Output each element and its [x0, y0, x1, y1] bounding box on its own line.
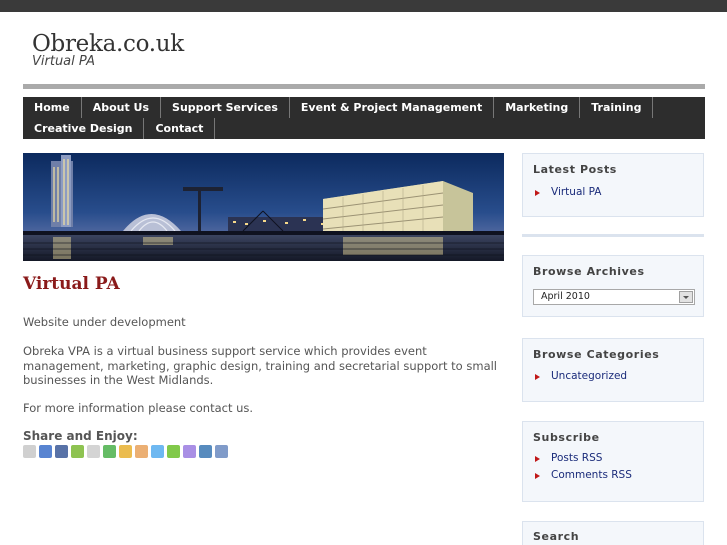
nav-item-home[interactable]: Home: [23, 97, 82, 118]
post-paragraph-status: Website under development: [23, 315, 186, 329]
main-navigation: Home About Us Support Services Event & P…: [23, 97, 705, 139]
bullet-arrow-icon: [535, 189, 540, 196]
nav-item-support-services[interactable]: Support Services: [161, 97, 290, 118]
technorati-icon[interactable]: [167, 445, 180, 458]
digg-icon[interactable]: [23, 445, 36, 458]
nav-item-creative-design[interactable]: Creative Design: [23, 118, 145, 139]
top-bar: [0, 0, 727, 12]
category-link[interactable]: Uncategorized: [551, 368, 627, 385]
sidebar-separator: [522, 234, 704, 237]
delicious-icon[interactable]: [39, 445, 52, 458]
latest-post-link[interactable]: Virtual PA: [551, 184, 602, 201]
share-icons: [23, 445, 228, 458]
category-item[interactable]: Uncategorized: [535, 368, 627, 385]
nav-row-2: Creative Design Contact: [23, 118, 216, 139]
widget-title-browse-archives: Browse Archives: [533, 265, 645, 278]
nav-item-contact[interactable]: Contact: [144, 118, 216, 139]
posts-rss-link[interactable]: Posts RSS: [551, 450, 602, 467]
subscribe-list: Posts RSS Comments RSS: [535, 450, 632, 484]
latest-posts-list: Virtual PA: [535, 184, 602, 201]
facebook-icon[interactable]: [55, 445, 68, 458]
stumbleupon-icon[interactable]: [103, 445, 116, 458]
categories-list: Uncategorized: [535, 368, 627, 385]
widget-title-subscribe: Subscribe: [533, 431, 600, 444]
post-paragraph-description: Obreka VPA is a virtual business support…: [23, 344, 498, 387]
subscribe-item-posts-rss[interactable]: Posts RSS: [535, 450, 632, 467]
widget-subscribe: Subscribe Posts RSS Comments RSS: [522, 421, 704, 502]
widget-search: Search: [522, 521, 704, 545]
archives-select-value: April 2010: [541, 291, 590, 302]
site-tagline: Virtual PA: [32, 54, 95, 69]
nav-item-training[interactable]: Training: [580, 97, 654, 118]
share-title: Share and Enjoy:: [23, 429, 138, 443]
nav-item-event-project-management[interactable]: Event & Project Management: [290, 97, 495, 118]
linkedin-icon[interactable]: [199, 445, 212, 458]
blogger-icon[interactable]: [135, 445, 148, 458]
nav-row-1: Home About Us Support Services Event & P…: [23, 97, 654, 118]
subscribe-item-comments-rss[interactable]: Comments RSS: [535, 467, 632, 484]
nav-item-about-us[interactable]: About Us: [82, 97, 162, 118]
latest-post-item[interactable]: Virtual PA: [535, 184, 602, 201]
chevron-down-icon[interactable]: [679, 291, 693, 303]
reddit-icon[interactable]: [87, 445, 100, 458]
widget-browse-categories: Browse Categories Uncategorized: [522, 338, 704, 402]
widget-title-latest-posts: Latest Posts: [533, 163, 617, 176]
post-paragraph-contact: For more information please contact us.: [23, 401, 254, 415]
bullet-arrow-icon: [535, 472, 540, 479]
twitter-icon[interactable]: [151, 445, 164, 458]
header-banner-image: [23, 153, 504, 261]
email-icon[interactable]: [215, 445, 228, 458]
widget-title-search: Search: [533, 530, 580, 543]
nav-item-marketing[interactable]: Marketing: [494, 97, 581, 118]
yahoo-buzz-icon[interactable]: [183, 445, 196, 458]
header-divider: [23, 84, 705, 89]
bullet-arrow-icon: [535, 455, 540, 462]
widget-title-browse-categories: Browse Categories: [533, 348, 660, 361]
comments-rss-link[interactable]: Comments RSS: [551, 467, 632, 484]
widget-browse-archives: Browse Archives April 2010: [522, 255, 704, 317]
post-title[interactable]: Virtual PA: [23, 274, 120, 294]
google-icon[interactable]: [119, 445, 132, 458]
widget-latest-posts: Latest Posts Virtual PA: [522, 153, 704, 217]
bullet-arrow-icon: [535, 373, 540, 380]
archives-select[interactable]: April 2010: [533, 289, 695, 305]
evernote-icon[interactable]: [71, 445, 84, 458]
